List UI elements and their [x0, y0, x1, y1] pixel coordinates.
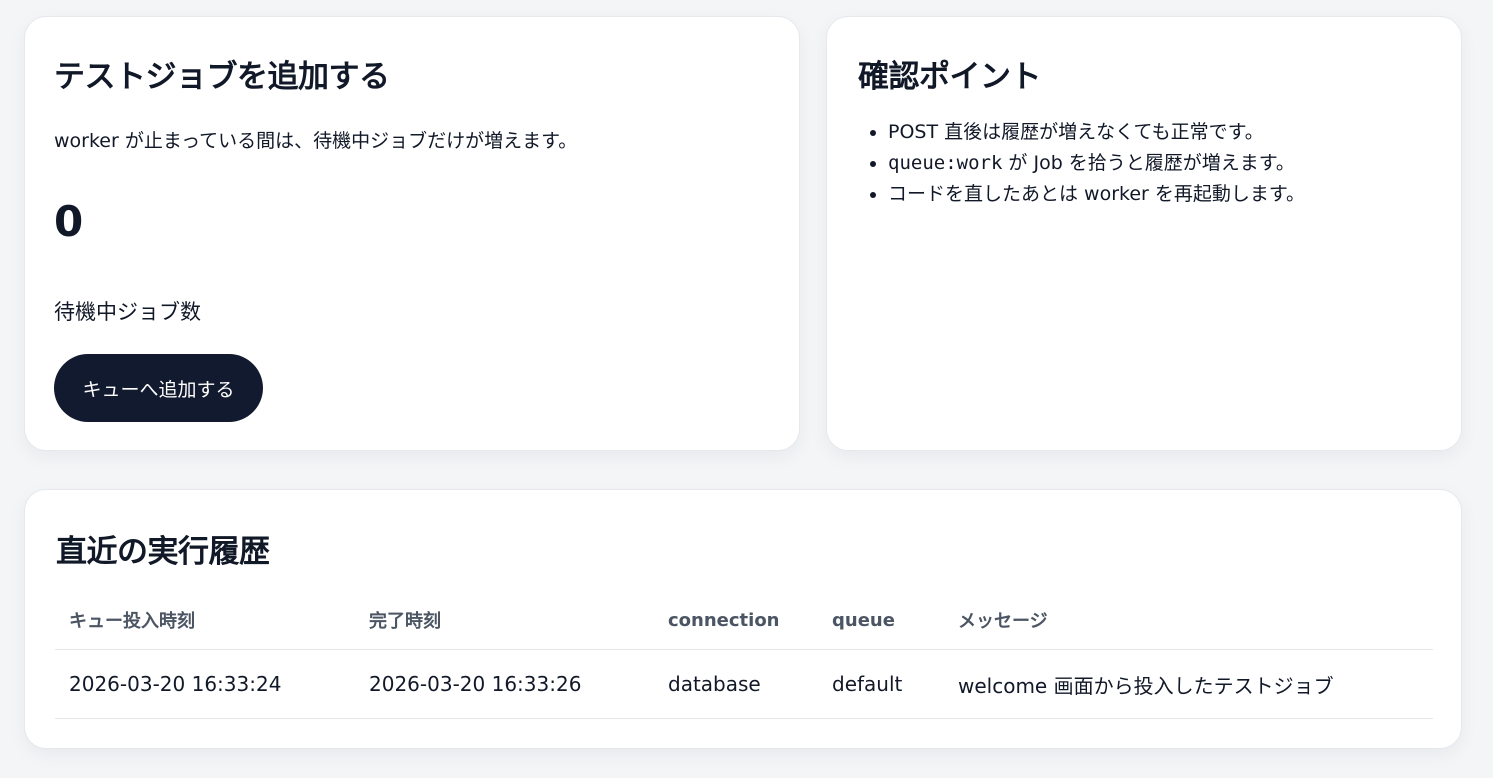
check-points-list: POST 直後は履歴が増えなくても正常です。 queue:work が Job … — [857, 117, 1305, 210]
recent-history-card: 直近の実行履歴 キュー投入時刻 完了時刻 connection queue メッ… — [24, 489, 1462, 749]
check-points-card: 確認ポイント POST 直後は履歴が増えなくても正常です。 queue:work… — [826, 16, 1462, 451]
check-point-text: POST 直後は履歴が増えなくても正常です。 — [888, 121, 1264, 143]
check-point-item: POST 直後は履歴が増えなくても正常です。 — [888, 117, 1305, 148]
history-header-row: キュー投入時刻 完了時刻 connection queue メッセージ — [55, 591, 1433, 650]
pending-job-count-label: 待機中ジョブ数 — [54, 300, 201, 324]
check-point-text: コードを直したあとは worker を再起動します。 — [888, 183, 1305, 205]
column-header-queue: queue — [818, 591, 944, 650]
check-point-text: が Job を拾うと履歴が増えます。 — [1002, 152, 1295, 174]
check-point-item: コードを直したあとは worker を再起動します。 — [888, 179, 1305, 210]
cell-connection: database — [654, 649, 818, 719]
cell-message: welcome 画面から投入したテストジョブ — [944, 649, 1433, 719]
pending-job-count: 0 — [54, 197, 84, 246]
add-job-card: テストジョブを追加する worker が止まっている間は、待機中ジョブだけが増え… — [24, 16, 800, 451]
check-points-title: 確認ポイント — [858, 59, 1042, 95]
cell-enqueued-at: 2026-03-20 16:33:24 — [55, 649, 355, 719]
history-title: 直近の実行履歴 — [56, 534, 270, 570]
add-job-title: テストジョブを追加する — [54, 59, 390, 95]
add-job-description: worker が止まっている間は、待機中ジョブだけが増えます。 — [54, 130, 578, 152]
cell-queue: default — [818, 649, 944, 719]
table-row: 2026-03-20 16:33:24 2026-03-20 16:33:26 … — [55, 649, 1433, 719]
check-point-item: queue:work が Job を拾うと履歴が増えます。 — [888, 148, 1305, 179]
column-header-enqueued-at: キュー投入時刻 — [55, 591, 355, 650]
history-table: キュー投入時刻 完了時刻 connection queue メッセージ 2026… — [55, 591, 1433, 719]
check-point-code: queue:work — [888, 152, 1003, 174]
column-header-message: メッセージ — [944, 591, 1433, 650]
column-header-completed-at: 完了時刻 — [355, 591, 654, 650]
column-header-connection: connection — [654, 591, 818, 650]
cell-completed-at: 2026-03-20 16:33:26 — [355, 649, 654, 719]
add-to-queue-button[interactable]: キューへ追加する — [54, 354, 263, 422]
